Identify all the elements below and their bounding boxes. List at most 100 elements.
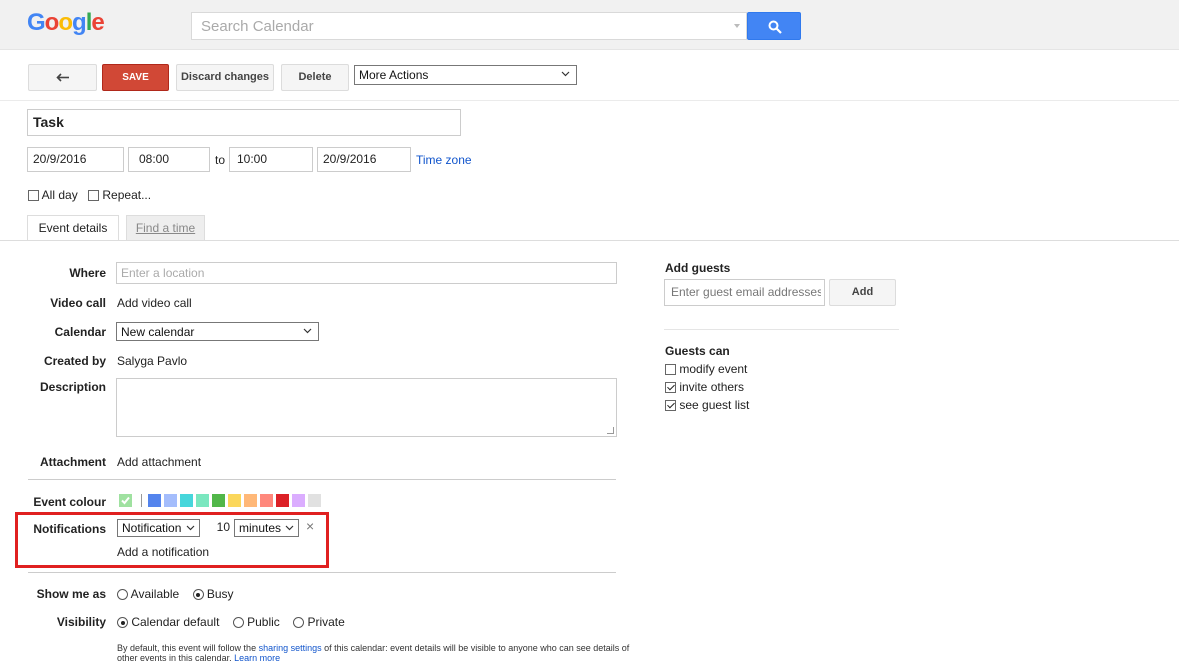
colour-swatch[interactable] bbox=[164, 494, 177, 507]
colour-swatch[interactable] bbox=[180, 494, 193, 507]
modify-event-label[interactable]: modify event bbox=[679, 362, 747, 376]
description-label: Description bbox=[39, 380, 106, 394]
search-input[interactable] bbox=[192, 13, 712, 39]
colour-swatch[interactable] bbox=[276, 494, 289, 507]
colour-swatch[interactable] bbox=[212, 494, 225, 507]
where-label: Where bbox=[69, 266, 106, 280]
guest-permission-see-list[interactable]: see guest list bbox=[665, 398, 749, 412]
calendar-label: Calendar bbox=[54, 325, 106, 339]
end-time-field[interactable]: 10:00 bbox=[229, 147, 313, 172]
notifications-label: Notifications bbox=[33, 522, 106, 536]
logo-letter: G bbox=[27, 9, 46, 36]
search-dropdown-caret-icon[interactable] bbox=[734, 24, 740, 28]
tab-find-a-time[interactable]: Find a time bbox=[126, 215, 205, 241]
start-time-field[interactable]: 08:00 bbox=[128, 147, 210, 172]
add-attachment-link[interactable]: Add attachment bbox=[117, 455, 201, 469]
add-notification-link[interactable]: Add a notification bbox=[117, 545, 209, 559]
help-text-part-1: By default, this event will follow the bbox=[117, 643, 259, 653]
busy-label[interactable]: Busy bbox=[207, 587, 234, 601]
repeat-label[interactable]: Repeat... bbox=[102, 188, 151, 202]
all-day-checkbox[interactable] bbox=[28, 190, 39, 201]
colour-swatch[interactable] bbox=[148, 494, 161, 507]
guest-permission-invite[interactable]: invite others bbox=[665, 380, 744, 394]
colour-swatch[interactable] bbox=[244, 494, 257, 507]
back-button[interactable] bbox=[28, 64, 97, 91]
see-guest-list-checkbox[interactable] bbox=[665, 400, 676, 411]
available-label[interactable]: Available bbox=[131, 587, 179, 601]
add-guest-button[interactable]: Add bbox=[829, 279, 896, 306]
calendar-default-radio[interactable] bbox=[117, 617, 128, 628]
add-video-call-link[interactable]: Add video call bbox=[117, 296, 192, 310]
google-logo[interactable]: Google bbox=[27, 9, 105, 37]
logo-letter: o bbox=[44, 9, 60, 36]
all-day-repeat-row: All day Repeat... bbox=[28, 188, 151, 202]
created-by-label: Created by bbox=[43, 354, 106, 368]
private-radio[interactable] bbox=[293, 617, 305, 628]
repeat-checkbox[interactable] bbox=[88, 190, 100, 201]
logo-letter: g bbox=[72, 9, 87, 36]
description-textarea[interactable] bbox=[116, 378, 617, 437]
visibility-label: Visibility bbox=[56, 615, 106, 629]
visibility-options: Calendar default Public Private bbox=[117, 615, 345, 629]
created-by-value: Salyga Pavlo bbox=[117, 354, 188, 368]
tab-event-details[interactable]: Event details bbox=[27, 215, 119, 241]
video-call-label: Video call bbox=[50, 296, 106, 310]
public-radio[interactable] bbox=[232, 617, 244, 628]
invite-others-label[interactable]: invite others bbox=[679, 380, 744, 394]
attachment-label: Attachment bbox=[39, 455, 106, 469]
modify-event-checkbox[interactable] bbox=[665, 364, 676, 375]
chevron-down-icon bbox=[561, 71, 570, 77]
more-actions-select[interactable]: More Actions bbox=[354, 65, 577, 85]
guest-email-input[interactable]: Enter guest email addresses bbox=[664, 279, 825, 306]
guest-permission-modify[interactable]: modify event bbox=[665, 362, 747, 376]
more-actions-label: More Actions bbox=[359, 68, 429, 82]
check-icon bbox=[121, 496, 130, 505]
discard-changes-button[interactable]: Discard changes bbox=[176, 64, 274, 91]
colour-swatch[interactable] bbox=[196, 494, 209, 507]
available-radio[interactable] bbox=[117, 589, 128, 600]
colour-swatch[interactable] bbox=[260, 494, 273, 507]
top-bar: Google bbox=[0, 0, 1179, 50]
remove-notification-close-icon[interactable]: × bbox=[306, 518, 314, 534]
where-input[interactable]: Enter a location bbox=[116, 262, 617, 284]
add-guests-title: Add guests bbox=[665, 261, 731, 275]
notification-unit-select[interactable]: minutes bbox=[234, 519, 299, 537]
delete-button[interactable]: Delete bbox=[281, 64, 349, 91]
save-button[interactable]: SAVE bbox=[102, 64, 169, 91]
calendar-select[interactable]: New calendar bbox=[116, 322, 319, 341]
public-label[interactable]: Public bbox=[247, 615, 280, 629]
learn-more-link[interactable]: Learn more bbox=[234, 653, 280, 663]
start-date-field[interactable]: 20/9/2016 bbox=[27, 147, 124, 172]
search-icon bbox=[768, 20, 782, 34]
search-box[interactable] bbox=[191, 12, 747, 40]
calendar-default-label[interactable]: Calendar default bbox=[131, 615, 219, 629]
notification-amount-input[interactable]: 10 bbox=[204, 519, 233, 537]
calendar-value: New calendar bbox=[121, 325, 195, 339]
colour-swatch[interactable] bbox=[308, 494, 321, 507]
section-divider bbox=[28, 479, 616, 480]
swatch-divider bbox=[141, 494, 142, 507]
notification-type-select[interactable]: Notification bbox=[117, 519, 200, 537]
colour-swatch[interactable] bbox=[228, 494, 241, 507]
sharing-settings-link[interactable]: sharing settings bbox=[259, 643, 322, 653]
event-colour-label: Event colour bbox=[33, 495, 106, 509]
section-divider bbox=[28, 572, 616, 573]
notification-type-value: Notification bbox=[122, 521, 182, 535]
chevron-down-icon bbox=[285, 525, 294, 531]
time-zone-link[interactable]: Time zone bbox=[416, 153, 472, 167]
colour-swatch[interactable] bbox=[292, 494, 305, 507]
guests-divider bbox=[664, 329, 899, 330]
visibility-help-text: By default, this event will follow the s… bbox=[117, 643, 637, 663]
see-guest-list-label[interactable]: see guest list bbox=[679, 398, 749, 412]
invite-others-checkbox[interactable] bbox=[665, 382, 676, 393]
default-colour-swatch[interactable] bbox=[119, 494, 132, 507]
event-title-input[interactable]: Task bbox=[27, 109, 461, 136]
chevron-down-icon bbox=[303, 328, 312, 334]
all-day-label[interactable]: All day bbox=[42, 188, 78, 202]
private-label[interactable]: Private bbox=[307, 615, 344, 629]
end-date-field[interactable]: 20/9/2016 bbox=[317, 147, 411, 172]
busy-radio[interactable] bbox=[192, 589, 204, 600]
show-me-as-options: Available Busy bbox=[117, 587, 234, 601]
search-button[interactable] bbox=[747, 12, 801, 40]
guest-email-placeholder: Enter guest email addresses bbox=[671, 285, 821, 299]
